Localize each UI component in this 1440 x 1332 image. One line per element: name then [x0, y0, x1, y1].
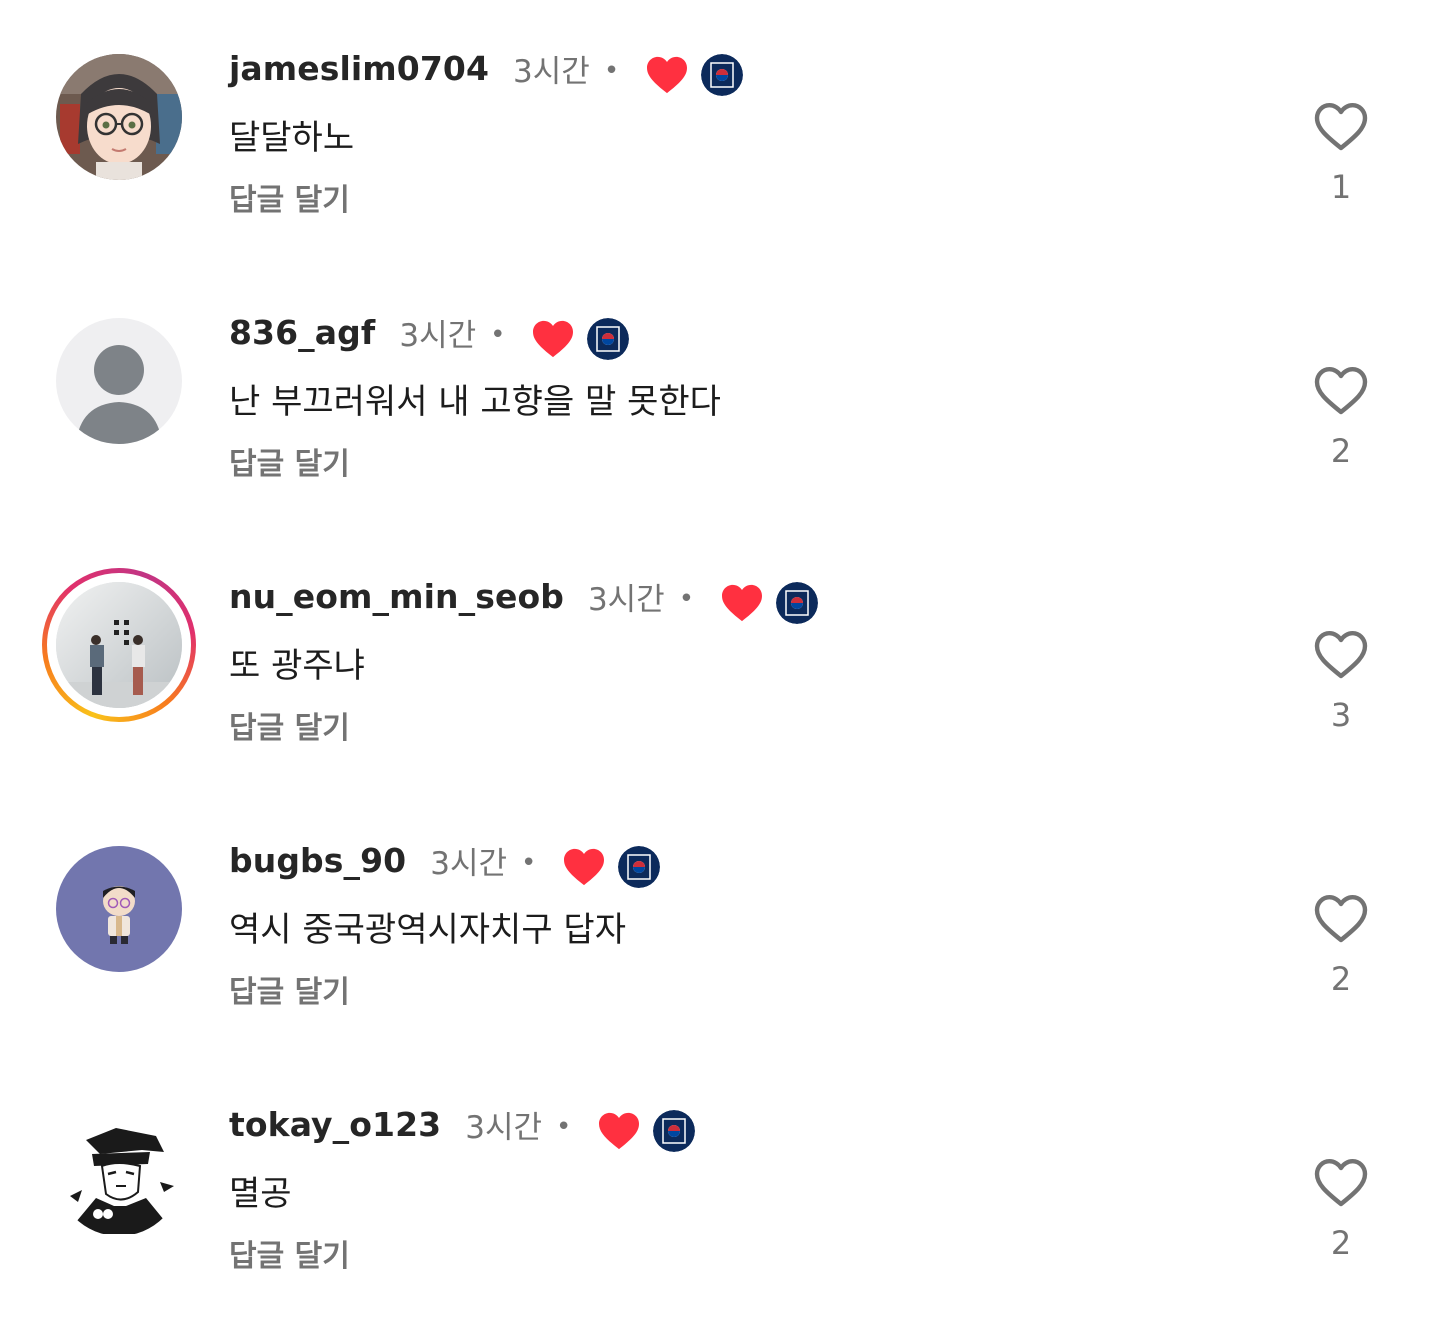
reply-button[interactable]: 답글 달기: [229, 1231, 350, 1275]
separator-dot: •: [555, 1112, 572, 1142]
heart-outline-icon[interactable]: [1312, 100, 1370, 152]
username[interactable]: nu_eom_min_seob: [229, 577, 564, 616]
avatar[interactable]: [56, 846, 182, 972]
comment-text: 또 광주냐: [229, 646, 365, 686]
reply-button[interactable]: 답글 달기: [229, 703, 350, 747]
author-badge-icon: [776, 582, 819, 624]
heart-outline-icon[interactable]: [1312, 628, 1370, 680]
like-count: 2: [1330, 1224, 1352, 1262]
comment-item: jameslim0704 3시간 • 달달하노 답글 달기 1: [0, 0, 1440, 264]
username[interactable]: jameslim0704: [229, 49, 489, 88]
author-badge-icon: [587, 318, 630, 360]
reply-button[interactable]: 답글 달기: [229, 175, 350, 219]
heart-filled-icon: [533, 320, 574, 358]
avatar[interactable]: [56, 54, 182, 180]
heart-filled-icon: [564, 848, 605, 886]
heart-outline-icon[interactable]: [1312, 892, 1370, 944]
avatar[interactable]: [42, 568, 196, 722]
avatar-image: [56, 582, 182, 708]
comment-meta: bugbs_90 3시간 •: [229, 836, 661, 888]
timestamp: 3시간: [430, 845, 507, 882]
separator-dot: •: [603, 56, 620, 86]
comment-text: 역시 중국광역시자치구 답자: [229, 910, 626, 950]
like-count: 3: [1330, 696, 1352, 734]
comment-meta: jameslim0704 3시간 •: [229, 44, 744, 96]
like-count: 2: [1330, 432, 1352, 470]
avatar-image: [56, 318, 182, 444]
comment-text: 난 부끄러워서 내 고향을 말 못한다: [229, 382, 721, 422]
comment-item: 836_agf 3시간 • 난 부끄러워서 내 고향을 말 못한다 답글 달기 …: [0, 264, 1440, 528]
timestamp: 3시간: [513, 53, 590, 90]
heart-outline-icon[interactable]: [1312, 1156, 1370, 1208]
heart-filled-icon: [599, 1112, 640, 1150]
timestamp: 3시간: [465, 1109, 542, 1146]
comment-item: tokay_o123 3시간 • 멸공 답글 달기 2: [0, 1056, 1440, 1320]
comment-meta: tokay_o123 3시간 •: [229, 1100, 696, 1152]
author-badge-icon: [701, 54, 744, 96]
avatar[interactable]: [56, 318, 182, 444]
heart-filled-icon: [647, 56, 688, 94]
avatar-image: [56, 846, 182, 972]
author-badge-icon: [618, 846, 661, 888]
comment-item: bugbs_90 3시간 • 역시 중국광역시자치구 답자 답글 달기 2: [0, 792, 1440, 1056]
timestamp: 3시간: [399, 317, 477, 354]
comment-meta: nu_eom_min_seob 3시간 •: [229, 572, 819, 624]
avatar-image: [56, 1110, 182, 1236]
separator-dot: •: [521, 848, 537, 878]
username[interactable]: bugbs_90: [229, 841, 406, 880]
username[interactable]: tokay_o123: [229, 1105, 441, 1144]
like-count: 2: [1330, 960, 1352, 998]
heart-outline-icon[interactable]: [1312, 364, 1370, 416]
avatar-image: [56, 54, 182, 180]
author-badge-icon: [653, 1110, 696, 1152]
reply-button[interactable]: 답글 달기: [229, 439, 350, 483]
separator-dot: •: [678, 584, 695, 614]
username[interactable]: 836_agf: [229, 313, 375, 352]
heart-filled-icon: [722, 584, 763, 622]
reply-button[interactable]: 답글 달기: [229, 967, 350, 1011]
separator-dot: •: [490, 320, 506, 350]
like-count: 1: [1330, 168, 1352, 206]
comment-text: 멸공: [229, 1174, 292, 1214]
comment-text: 달달하노: [229, 118, 355, 158]
avatar[interactable]: [56, 1110, 182, 1236]
comment-meta: 836_agf 3시간 •: [229, 308, 630, 360]
comment-item: nu_eom_min_seob 3시간 • 또 광주냐 답글 달기 3: [0, 528, 1440, 792]
timestamp: 3시간: [587, 581, 665, 618]
